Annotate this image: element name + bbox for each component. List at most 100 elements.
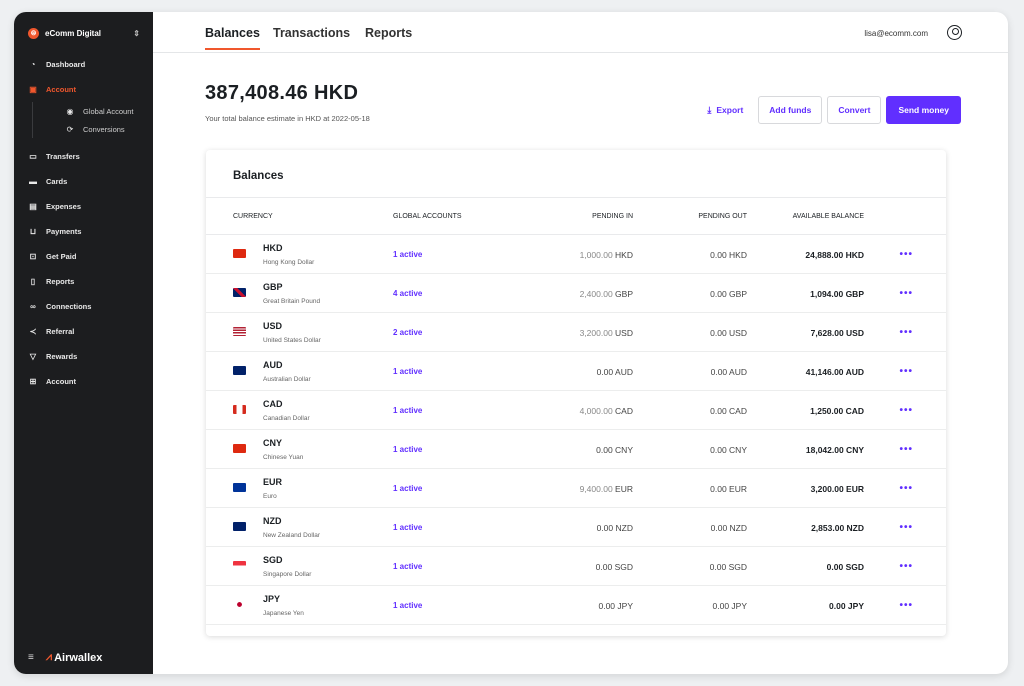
- global-accounts-link[interactable]: 1 active: [393, 406, 422, 415]
- available-balance: 18,042.00 CNY: [805, 445, 864, 455]
- transfer-icon: ▭: [29, 152, 37, 161]
- send-money-button[interactable]: Send money: [886, 96, 961, 124]
- global-accounts-link[interactable]: 4 active: [393, 289, 422, 298]
- available-balance: 2,853.00 NZD: [811, 523, 864, 533]
- more-icon[interactable]: •••: [899, 522, 913, 533]
- more-icon[interactable]: •••: [899, 288, 913, 299]
- currency-name: Great Britain Pound: [263, 298, 321, 305]
- sidebar-item-account-settings[interactable]: ⊞ Account: [14, 369, 153, 394]
- column-header-global-accounts: GLOBAL ACCOUNTS: [393, 213, 462, 220]
- currency-code: CNY: [263, 438, 283, 448]
- jp-flag-icon: [233, 600, 246, 609]
- more-icon[interactable]: •••: [899, 483, 913, 494]
- global-accounts-link[interactable]: 1 active: [393, 367, 422, 376]
- tab-reports[interactable]: Reports: [365, 26, 412, 40]
- available-balance: 0.00 JPY: [829, 601, 864, 611]
- globe-icon: ◉: [66, 106, 74, 116]
- org-switcher[interactable]: ⊜ eComm Digital ⇕: [28, 22, 140, 44]
- column-header-pending-in: PENDING IN: [592, 213, 633, 220]
- total-balance: 387,408.46 HKD: [205, 82, 359, 104]
- table-row[interactable]: HKD Hong Kong Dollar 1 active 1,000.00 H…: [206, 235, 946, 274]
- us-flag-icon: [233, 327, 246, 336]
- pending-in: 4,000.00 CAD: [580, 406, 633, 416]
- report-icon: ▯: [30, 277, 36, 286]
- sidebar-item-label: Referral: [46, 327, 75, 336]
- sidebar-item-label: Conversions: [83, 124, 125, 134]
- table-row[interactable]: JPY Japanese Yen 1 active 0.00 JPY 0.00 …: [206, 586, 946, 625]
- sidebar-item-account[interactable]: ▣ Account: [14, 77, 153, 102]
- sidebar-item-get-paid[interactable]: ⊡ Get Paid: [14, 244, 153, 269]
- export-button[interactable]: ⤓ Export: [697, 96, 754, 124]
- pending-in: 3,200.00 USD: [580, 328, 633, 338]
- sidebar-item-transfers[interactable]: ▭ Transfers: [14, 144, 153, 169]
- pending-in-amount: 2,400.00: [579, 289, 613, 299]
- top-bar: Balances Transactions Reports lisa@ecomm…: [153, 12, 1008, 53]
- sidebar-item-referral[interactable]: ≺ Referral: [14, 319, 153, 344]
- available-balance: 1,250.00 CAD: [810, 406, 864, 416]
- pending-out: 0.00 CAD: [710, 406, 747, 416]
- pending-in: 9,400.00 EUR: [580, 484, 633, 494]
- sidebar-item-expenses[interactable]: ▤ Expenses: [14, 194, 153, 219]
- global-accounts-link[interactable]: 1 active: [393, 484, 422, 493]
- sidebar-item-label: Transfers: [46, 152, 80, 161]
- table-row[interactable]: GBP Great Britain Pound 4 active 2,400.0…: [206, 274, 946, 313]
- tab-balances[interactable]: Balances: [205, 26, 260, 50]
- currency-name: Canadian Dollar: [263, 415, 310, 422]
- pending-in: 0.00 NZD: [597, 523, 633, 533]
- table-row[interactable]: CAD Canadian Dollar 1 active 4,000.00 CA…: [206, 391, 946, 430]
- export-label: Export: [716, 105, 744, 115]
- sidebar-item-rewards[interactable]: ▽ Rewards: [14, 344, 153, 369]
- tab-transactions[interactable]: Transactions: [273, 26, 350, 40]
- table-row[interactable]: AUD Australian Dollar 1 active 0.00 AUD …: [206, 352, 946, 391]
- conversion-icon: ⟳: [66, 124, 74, 134]
- sidebar-item-label: Reports: [46, 277, 75, 286]
- brand-name: Airwallex: [54, 651, 103, 664]
- pending-in-currency: GBP: [615, 289, 633, 299]
- more-icon[interactable]: •••: [899, 405, 913, 416]
- link-icon: ∞: [30, 302, 36, 311]
- store-icon: ⊞: [29, 377, 37, 386]
- more-icon[interactable]: •••: [899, 366, 913, 377]
- cart-icon: ⊔: [29, 227, 37, 236]
- pending-in: 1,000.00 HKD: [580, 250, 633, 260]
- currency-name: Euro: [263, 493, 277, 500]
- more-icon[interactable]: •••: [899, 327, 913, 338]
- table-row[interactable]: NZD New Zealand Dollar 1 active 0.00 NZD…: [206, 508, 946, 547]
- app-window: ⊜ eComm Digital ⇕ ◔ Dashboard ▣ Account …: [14, 12, 1008, 674]
- sidebar-item-reports[interactable]: ▯ Reports: [14, 269, 153, 294]
- sidebar-subitem-conversions[interactable]: ⟳ Conversions: [59, 120, 153, 138]
- sidebar-item-payments[interactable]: ⊔ Payments: [14, 219, 153, 244]
- table-row[interactable]: USD United States Dollar 2 active 3,200.…: [206, 313, 946, 352]
- user-icon[interactable]: [947, 25, 962, 40]
- hamburger-menu-icon[interactable]: ≡: [28, 652, 34, 663]
- more-icon[interactable]: •••: [899, 600, 913, 611]
- global-accounts-link[interactable]: 1 active: [393, 250, 422, 259]
- pending-out: 0.00 EUR: [710, 484, 747, 494]
- global-accounts-link[interactable]: 2 active: [393, 328, 422, 337]
- available-balance: 41,146.00 AUD: [805, 367, 864, 377]
- sidebar-item-dashboard[interactable]: ◔ Dashboard: [14, 52, 153, 77]
- available-balance: 24,888.00 HKD: [805, 250, 864, 260]
- sidebar-item-label: Account: [46, 85, 76, 94]
- pending-in-currency: USD: [615, 328, 633, 338]
- more-icon[interactable]: •••: [899, 249, 913, 260]
- global-accounts-link[interactable]: 1 active: [393, 562, 422, 571]
- more-icon[interactable]: •••: [899, 444, 913, 455]
- table-row[interactable]: CNY Chinese Yuan 1 active 0.00 CNY 0.00 …: [206, 430, 946, 469]
- add-funds-button[interactable]: Add funds: [758, 96, 823, 124]
- sidebar-item-connections[interactable]: ∞ Connections: [14, 294, 153, 319]
- table-row[interactable]: EUR Euro 1 active 9,400.00 EUR 0.00 EUR …: [206, 469, 946, 508]
- pending-in: 0.00 SGD: [596, 562, 633, 572]
- brand: ≡ ⩘ Airwallex: [28, 651, 102, 664]
- sidebar-item-cards[interactable]: ▬ Cards: [14, 169, 153, 194]
- card-icon: ▬: [29, 177, 37, 186]
- sidebar-subitem-global-account[interactable]: ◉ Global Account: [59, 102, 153, 120]
- more-icon[interactable]: •••: [899, 561, 913, 572]
- global-accounts-link[interactable]: 1 active: [393, 523, 422, 532]
- org-logo-icon: ⊜: [28, 27, 39, 39]
- global-accounts-link[interactable]: 1 active: [393, 445, 422, 454]
- convert-button[interactable]: Convert: [827, 96, 882, 124]
- table-row[interactable]: SGD Singapore Dollar 1 active 0.00 SGD 0…: [206, 547, 946, 586]
- currency-name: United States Dollar: [263, 337, 321, 344]
- global-accounts-link[interactable]: 1 active: [393, 601, 422, 610]
